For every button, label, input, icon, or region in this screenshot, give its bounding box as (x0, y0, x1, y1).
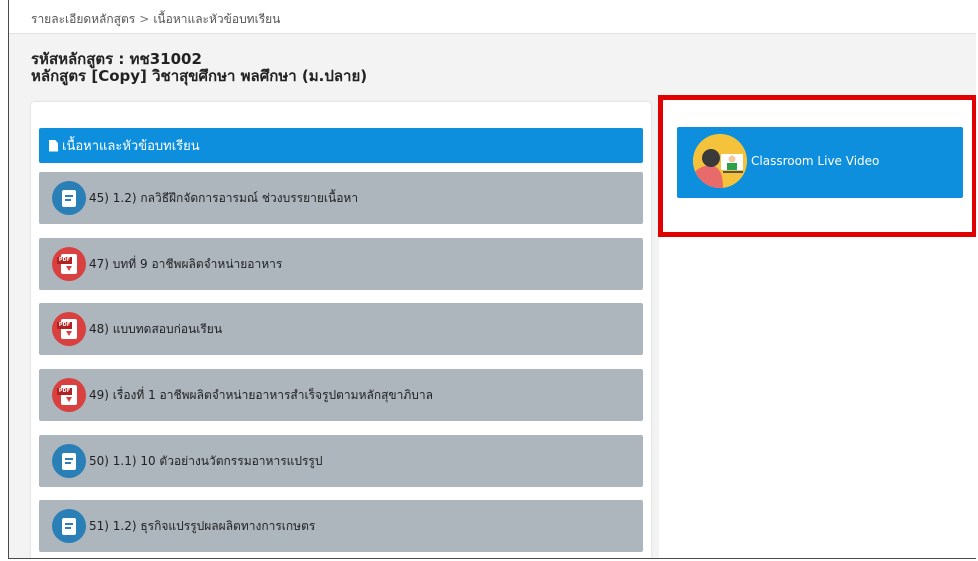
lesson-list-panel: เนื้อหาและหัวข้อบทเรียน 45) 1.2) กลวิธีฝ… (31, 102, 651, 558)
lesson-item[interactable]: 50) 1.1) 10 ตัวอย่างนวัตกรรมอาหารแปรรูป (39, 435, 643, 487)
course-name-title: หลักสูตร [Copy] วิชาสุขศึกษา พลศึกษา (ม.… (31, 67, 368, 85)
lesson-label: 45) 1.2) กลวิธีฝึกจัดการอารมณ์ ช่วงบรรยา… (89, 190, 359, 205)
pdf-icon: PDF (52, 312, 86, 346)
lesson-label: 51) 1.2) ธุรกิจแปรรูปผลผลิตทางการเกษตร (89, 518, 316, 533)
app-frame: รายละเอียดหลักสูตร > เนื้อหาและหัวข้อบทเรี… (8, 0, 976, 559)
section-title: เนื้อหาและหัวข้อบทเรียน (62, 139, 200, 154)
lesson-label: 47) บทที่ 9 อาชีพผลิตจำหน่ายอาหาร (89, 256, 283, 271)
pdf-icon: PDF (52, 378, 86, 412)
lesson-label: 49) เรื่องที่ 1 อาชีพผลิตจำหน่ายอาหารสำเ… (89, 387, 433, 402)
lesson-item[interactable]: PDF 48) แบบทดสอบก่อนเรียน (39, 303, 643, 355)
pdf-icon: PDF (52, 247, 86, 281)
file-icon (52, 444, 86, 478)
file-icon (52, 181, 86, 215)
breadcrumb-course-detail-link[interactable]: รายละเอียดหลักสูตร (31, 12, 135, 26)
classroom-live-video-button[interactable]: Classroom Live Video (677, 127, 963, 198)
lesson-item[interactable]: PDF 49) เรื่องที่ 1 อาชีพผลิตจำหน่ายอาหา… (39, 369, 643, 421)
lesson-item[interactable]: 45) 1.2) กลวิธีฝึกจัดการอารมณ์ ช่วงบรรยา… (39, 172, 643, 224)
teacher-avatar-icon (693, 134, 747, 188)
document-icon (49, 139, 58, 152)
section-header-content[interactable]: เนื้อหาและหัวข้อบทเรียน (39, 128, 643, 163)
file-icon (52, 509, 86, 543)
lesson-item[interactable]: 51) 1.2) ธุรกิจแปรรูปผลผลิตทางการเกษตร (39, 500, 643, 552)
lesson-item[interactable]: PDF 47) บทที่ 9 อาชีพผลิตจำหน่ายอาหาร (39, 238, 643, 290)
classroom-live-video-label: Classroom Live Video (751, 154, 880, 168)
breadcrumb-separator: > (139, 12, 150, 26)
lesson-label: 48) แบบทดสอบก่อนเรียน (89, 321, 223, 336)
breadcrumb: รายละเอียดหลักสูตร > เนื้อหาและหัวข้อบทเรี… (9, 0, 976, 34)
breadcrumb-current: เนื้อหาและหัวข้อบทเรียน (153, 12, 281, 26)
lesson-label: 50) 1.1) 10 ตัวอย่างนวัตกรรมอาหารแปรรูป (89, 453, 323, 468)
